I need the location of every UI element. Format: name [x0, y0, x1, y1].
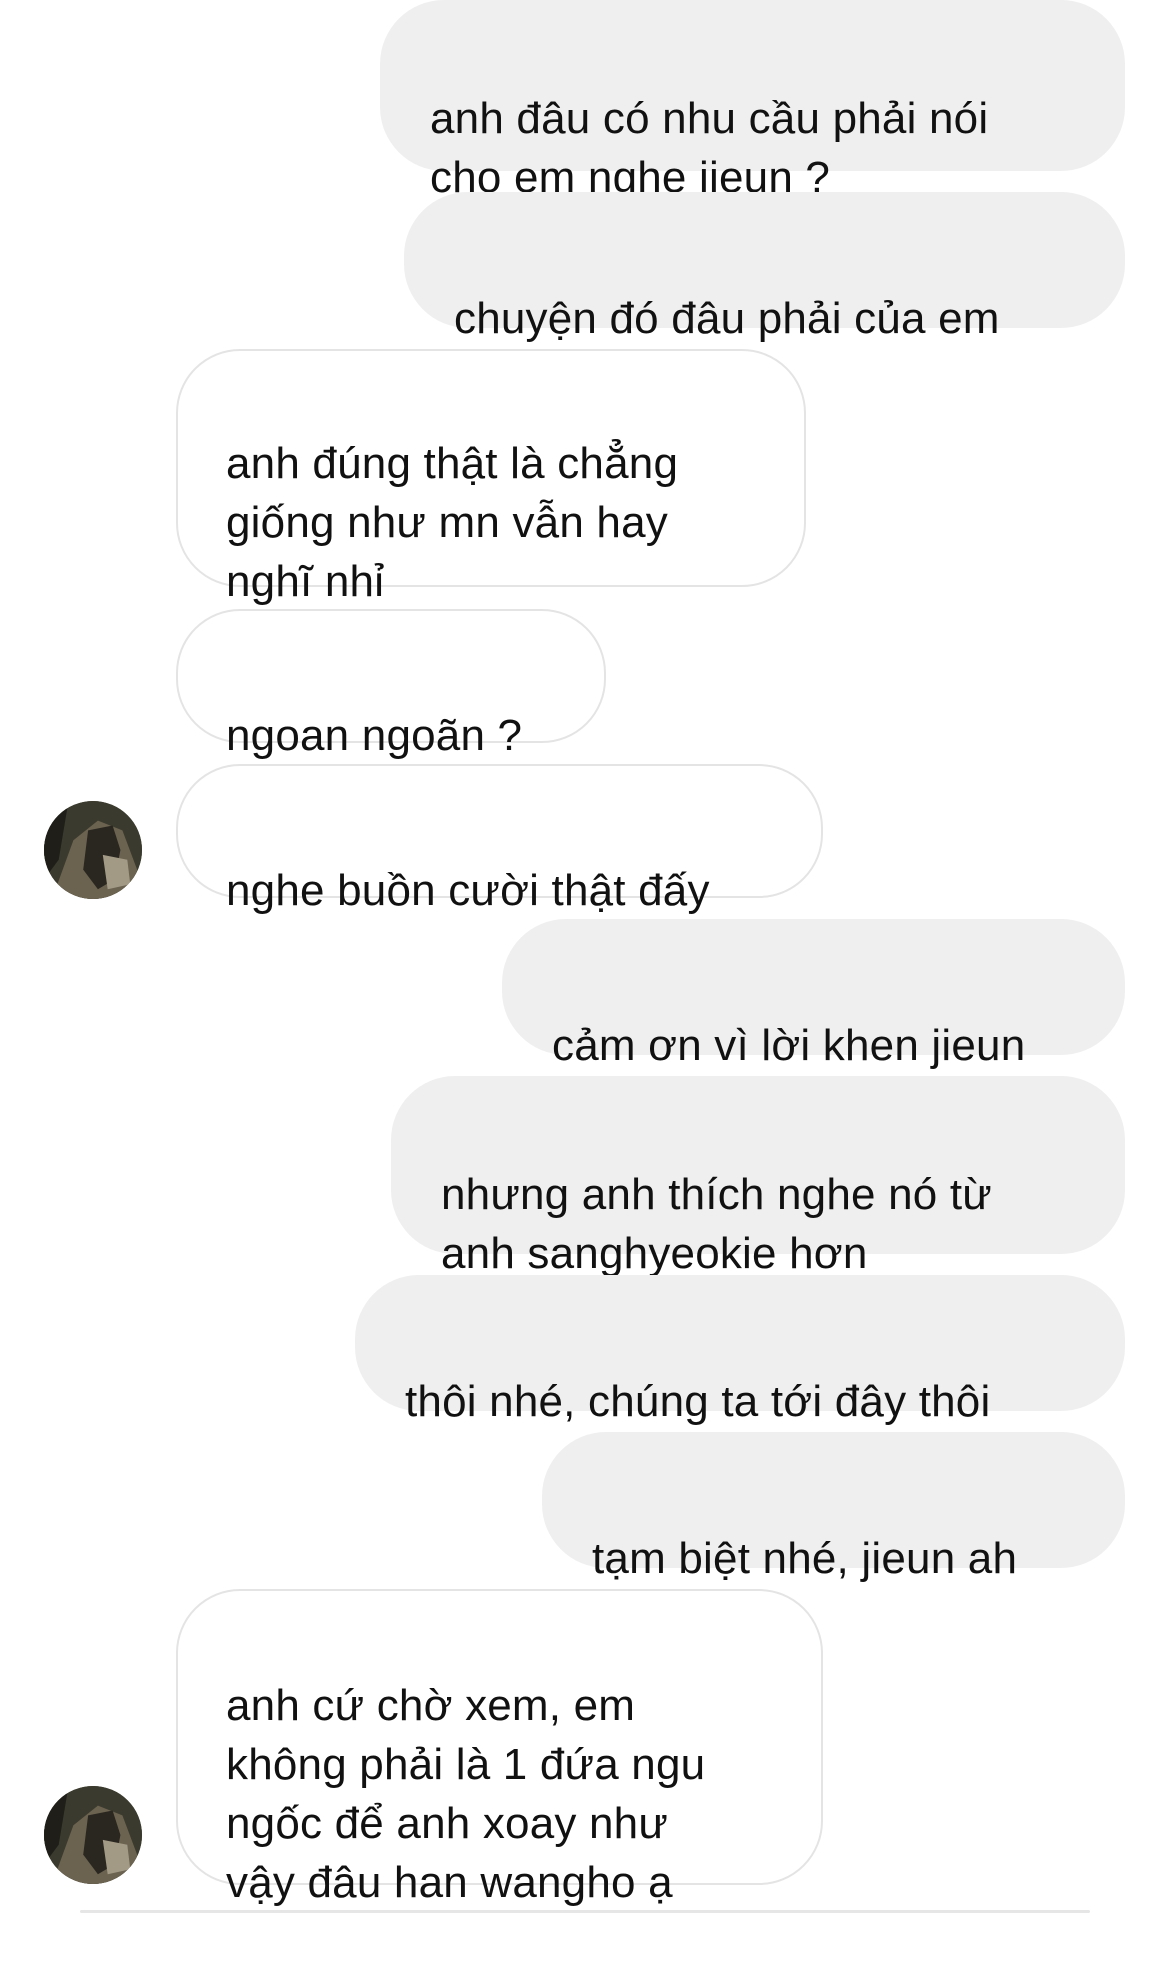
message-outgoing[interactable]: cảm ơn vì lời khen jieun	[502, 919, 1125, 1070]
message-outgoing[interactable]: nhưng anh thích nghe nó từ anh sanghyeok…	[391, 1076, 1125, 1278]
message-outgoing[interactable]: chuyện đó đâu phải của em	[404, 192, 1125, 343]
message-incoming[interactable]: ngoan ngoãn ?	[176, 609, 606, 760]
profile-photo-icon	[44, 1786, 142, 1884]
message-outgoing[interactable]: anh đâu có nhu cầu phải nói cho em nghe …	[380, 0, 1125, 202]
profile-photo-icon	[44, 801, 142, 899]
message-text: ngoan ngoãn ?	[226, 711, 523, 760]
message-text: nghe buồn cười thật đấy	[226, 866, 710, 915]
contact-avatar[interactable]	[44, 801, 142, 899]
message-incoming[interactable]: nghe buồn cười thật đấy	[176, 764, 823, 915]
message-text: anh đúng thật là chẳng giống như mn vẫn …	[226, 439, 679, 606]
message-text: thôi nhé, chúng ta tới đây thôi	[405, 1377, 991, 1426]
message-text: nhưng anh thích nghe nó từ anh sanghyeok…	[441, 1170, 992, 1278]
message-text: cảm ơn vì lời khen jieun	[552, 1021, 1026, 1070]
message-text: anh cứ chờ xem, em không phải là 1 đứa n…	[226, 1681, 706, 1907]
message-text: tạm biệt nhé, jieun ah	[592, 1534, 1018, 1583]
contact-avatar[interactable]	[44, 1786, 142, 1884]
message-text: chuyện đó đâu phải của em	[454, 294, 1000, 343]
message-text: anh đâu có nhu cầu phải nói cho em nghe …	[430, 94, 989, 202]
message-incoming[interactable]: anh đúng thật là chẳng giống như mn vẫn …	[176, 349, 806, 606]
bottom-divider	[80, 1910, 1090, 1913]
message-incoming[interactable]: anh cứ chờ xem, em không phải là 1 đứa n…	[176, 1589, 823, 1907]
message-outgoing[interactable]: tạm biệt nhé, jieun ah	[542, 1432, 1125, 1583]
message-outgoing[interactable]: thôi nhé, chúng ta tới đây thôi	[355, 1275, 1125, 1426]
